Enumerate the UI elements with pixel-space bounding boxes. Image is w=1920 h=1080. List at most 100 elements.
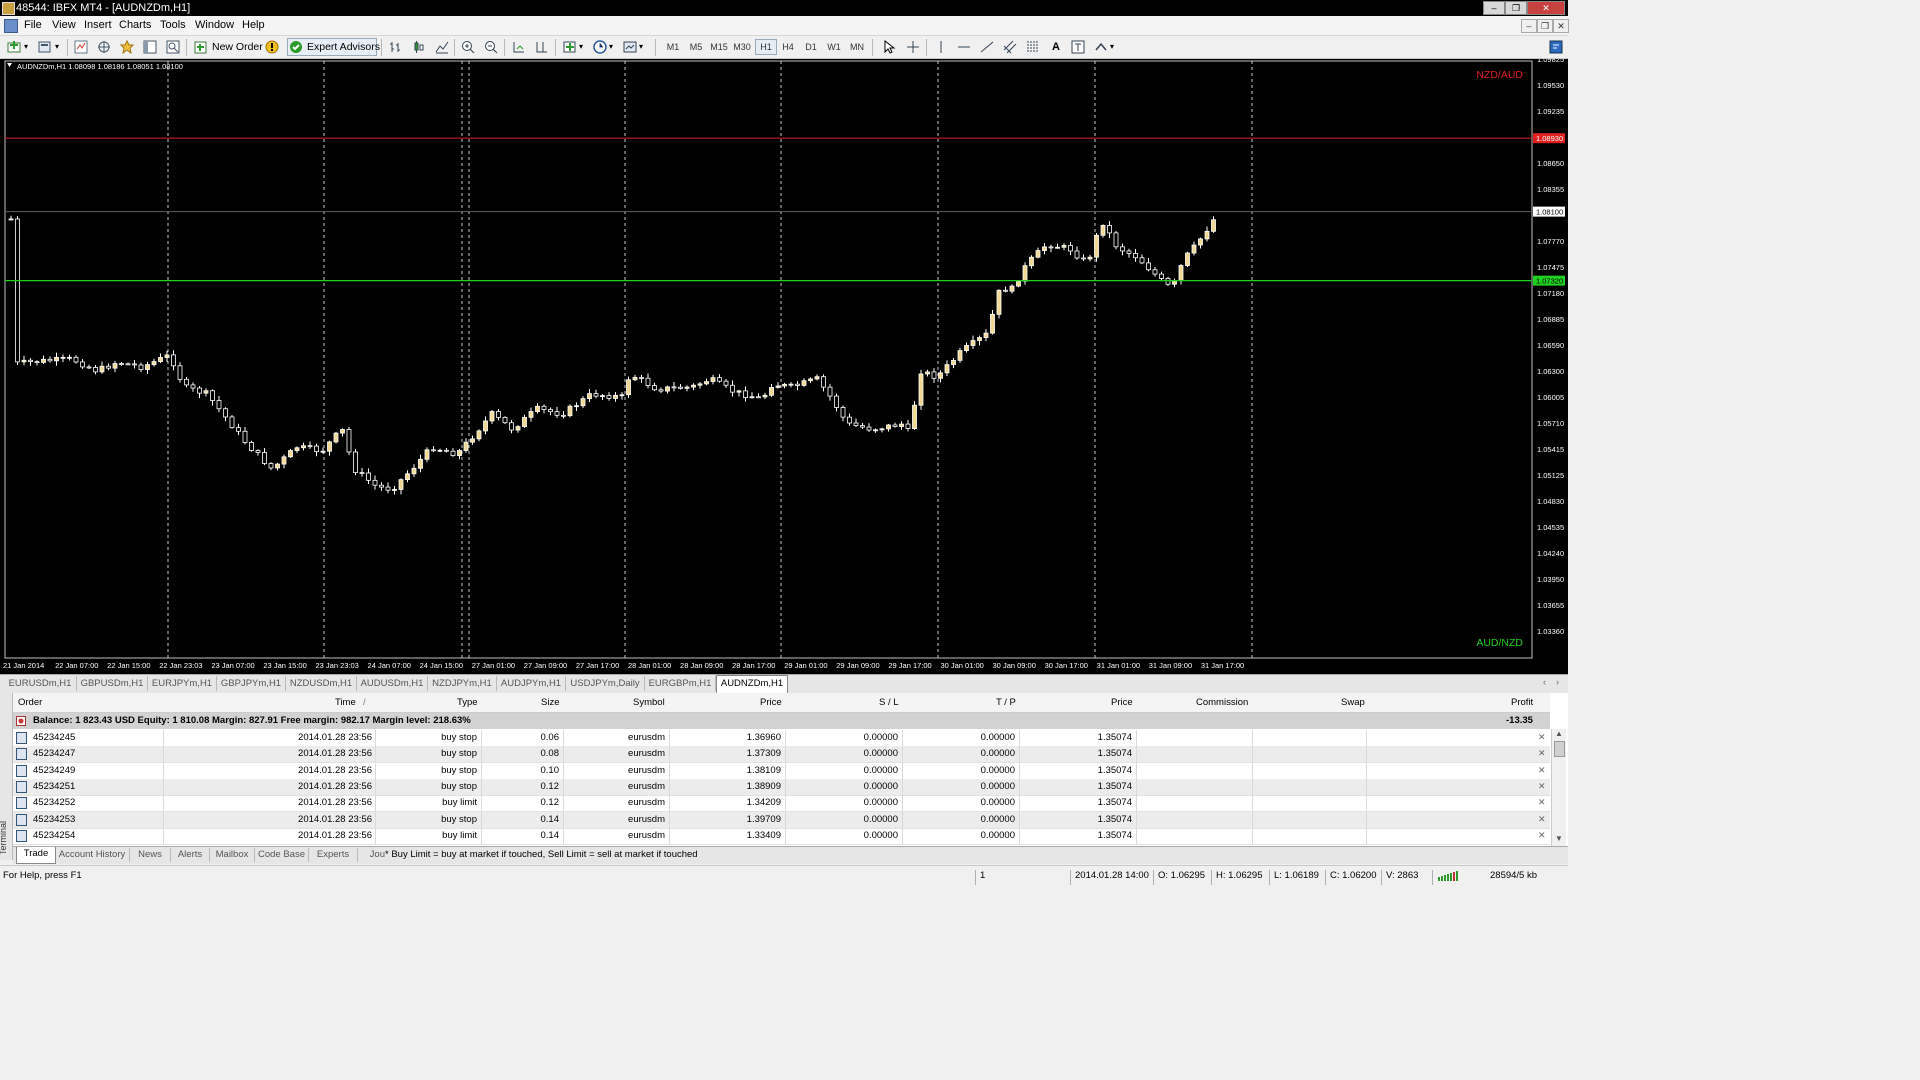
orders-scrollbar[interactable]: ▲ ▼	[1551, 729, 1566, 846]
arrows-icon[interactable]	[1094, 40, 1108, 54]
col-swap[interactable]: Swap	[1341, 697, 1365, 708]
col-sl[interactable]: S / L	[879, 697, 899, 708]
profiles-icon[interactable]	[38, 40, 52, 54]
tab-eurjpym[interactable]: EURJPYm,H1	[148, 676, 217, 691]
menu-file[interactable]: File	[24, 19, 42, 31]
scroll-up-icon[interactable]: ▲	[1555, 729, 1563, 738]
table-row[interactable]: 45234253 2014.01.28 23:56 buy stop 0.14 euru…	[13, 811, 1550, 829]
delete-order-icon[interactable]: ✕	[1538, 732, 1546, 743]
col-size[interactable]: Size	[541, 697, 559, 708]
table-row[interactable]: 45234249 2014.01.28 23:56 buy stop 0.10 euru…	[13, 762, 1550, 780]
tab-scroll-left-icon[interactable]: ‹	[1543, 677, 1546, 687]
delete-order-icon[interactable]: ✕	[1538, 781, 1546, 792]
menu-window[interactable]: Window	[195, 19, 234, 31]
tab-audusdm[interactable]: AUDUSDm,H1	[357, 676, 428, 691]
tab-alerts[interactable]: Alerts	[171, 848, 210, 862]
new-chart-icon[interactable]	[7, 40, 21, 54]
crosshair-icon[interactable]	[906, 40, 920, 54]
market-watch-icon[interactable]	[74, 40, 88, 54]
scroll-thumb[interactable]	[1554, 741, 1565, 757]
tab-account-history[interactable]: Account History	[55, 848, 130, 862]
indicators-icon[interactable]	[563, 40, 577, 54]
dropdown-arrow-icon[interactable]: ▾	[579, 39, 583, 55]
tab-trade[interactable]: Trade	[16, 847, 56, 864]
tab-code-base[interactable]: Code Base	[255, 848, 309, 862]
menu-tools[interactable]: Tools	[160, 19, 186, 31]
col-tp[interactable]: T / P	[996, 697, 1016, 708]
timeframe-h4[interactable]: H4	[778, 40, 798, 54]
table-row[interactable]: 45234254 2014.01.28 23:56 buy limit 0.14 eur…	[13, 827, 1550, 845]
close-button[interactable]: ✕	[1527, 1, 1565, 15]
tab-eurgbpm[interactable]: EURGBPm,H1	[645, 676, 716, 691]
timeframe-mn[interactable]: MN	[847, 40, 867, 54]
delete-order-icon[interactable]: ✕	[1538, 748, 1546, 759]
candlesticks-icon[interactable]	[412, 40, 426, 54]
timeframe-d1[interactable]: D1	[801, 40, 821, 54]
tab-gbpjpym[interactable]: GBPJPYm,H1	[217, 676, 286, 691]
menu-charts[interactable]: Charts	[119, 19, 151, 31]
col-profit[interactable]: Profit	[1511, 697, 1533, 708]
tab-news[interactable]: News	[130, 848, 171, 862]
mdi-close-button[interactable]: ✕	[1553, 19, 1569, 33]
dropdown-arrow-icon[interactable]: ▾	[24, 39, 28, 55]
templates-icon[interactable]	[623, 40, 637, 54]
timeframe-w1[interactable]: W1	[824, 40, 844, 54]
dropdown-arrow-icon[interactable]: ▾	[639, 39, 643, 55]
minimize-button[interactable]: –	[1483, 1, 1505, 15]
timeframe-m30[interactable]: M30	[732, 40, 752, 54]
line-chart-icon[interactable]	[435, 40, 449, 54]
bar-chart-icon[interactable]	[389, 40, 403, 54]
tab-gbpusdm[interactable]: GBPUSDm,H1	[77, 676, 148, 691]
tab-scroll-right-icon[interactable]: ›	[1556, 677, 1559, 687]
tab-journal[interactable]: Jou	[358, 848, 385, 862]
zoom-out-icon[interactable]	[484, 40, 498, 54]
table-row[interactable]: 45234247 2014.01.28 23:56 buy stop 0.08 euru…	[13, 746, 1550, 764]
timeframe-m5[interactable]: M5	[686, 40, 706, 54]
delete-order-icon[interactable]: ✕	[1538, 765, 1546, 776]
document-icon[interactable]	[4, 19, 18, 33]
horizontal-line-icon[interactable]	[957, 40, 971, 54]
delete-order-icon[interactable]: ✕	[1538, 797, 1546, 808]
tab-audjpym[interactable]: AUDJPYm,H1	[497, 676, 566, 691]
text-label-icon[interactable]	[1071, 40, 1085, 54]
tab-mailbox[interactable]: Mailbox	[210, 848, 255, 862]
delete-order-icon[interactable]: ✕	[1538, 830, 1546, 841]
menu-insert[interactable]: Insert	[84, 19, 112, 31]
dropdown-arrow-icon[interactable]: ▾	[1110, 39, 1114, 55]
cursor-icon[interactable]	[882, 40, 896, 54]
trendline-icon[interactable]	[980, 40, 994, 54]
navigator-icon[interactable]	[120, 40, 134, 54]
terminal-icon[interactable]	[143, 40, 157, 54]
menu-view[interactable]: View	[52, 19, 76, 31]
mdi-restore-button[interactable]: ❐	[1537, 19, 1553, 33]
tab-nzdusdm[interactable]: NZDUSDm,H1	[286, 676, 357, 691]
scroll-down-icon[interactable]: ▼	[1555, 834, 1563, 843]
vertical-line-icon[interactable]	[934, 40, 948, 54]
auto-scroll-icon[interactable]	[512, 40, 526, 54]
col-price[interactable]: Price	[760, 697, 782, 708]
equidistant-channel-icon[interactable]	[1003, 40, 1017, 54]
periods-clock-icon[interactable]	[593, 40, 607, 54]
table-row[interactable]: 45234245 2014.01.28 23:56 buy stop 0.06 euru…	[13, 730, 1550, 747]
tab-experts[interactable]: Experts	[309, 848, 358, 862]
delete-order-icon[interactable]: ✕	[1538, 814, 1546, 825]
tab-usdjpym-daily[interactable]: USDJPYm,Daily	[566, 676, 645, 691]
fibonacci-icon[interactable]	[1026, 40, 1040, 54]
timeframe-m15[interactable]: M15	[709, 40, 729, 54]
menu-help[interactable]: Help	[242, 19, 265, 31]
alert-icon[interactable]	[265, 40, 279, 54]
timeframe-h1[interactable]: H1	[755, 39, 777, 55]
expert-advisors-button[interactable]: Expert Advisors	[287, 38, 380, 56]
strategy-tester-icon[interactable]	[166, 40, 180, 54]
text-tool-icon[interactable]: A	[1052, 39, 1060, 55]
table-row[interactable]: 45234252 2014.01.28 23:56 buy limit 0.12 eur…	[13, 795, 1550, 813]
tab-eurusdm[interactable]: EURUSDm,H1	[4, 676, 77, 691]
restore-button[interactable]: ❐	[1505, 1, 1527, 15]
tab-audnzdm[interactable]: AUDNZDm,H1	[716, 675, 788, 693]
mdi-minimize-button[interactable]: –	[1521, 19, 1537, 33]
col-time[interactable]: Time	[335, 697, 356, 708]
table-row[interactable]: 45234251 2014.01.28 23:56 buy stop 0.12 euru…	[13, 778, 1550, 796]
dropdown-arrow-icon[interactable]: ▾	[609, 39, 613, 55]
col-current-price[interactable]: Price	[1111, 697, 1133, 708]
zoom-in-icon[interactable]	[461, 40, 475, 54]
